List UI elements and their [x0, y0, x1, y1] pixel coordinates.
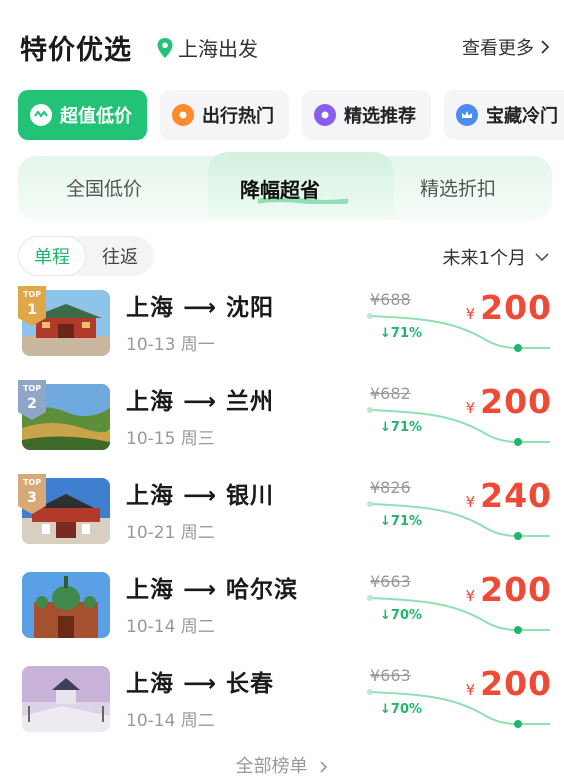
- deal-row[interactable]: TOP 3 上海 ⟶ 银川 10-21 周二 ¥826 ↓71% ¥ 240: [0, 470, 564, 564]
- current-price: ¥ 200: [466, 382, 552, 421]
- deal-row[interactable]: TOP 1 上海 ⟶ 沈阳 10-13 周一 ¥688 ↓71% ¥ 200: [0, 282, 564, 376]
- current-price: ¥ 200: [466, 664, 552, 703]
- original-price: ¥682: [370, 384, 411, 403]
- currency-symbol: ¥: [465, 305, 476, 323]
- original-price: ¥688: [370, 290, 411, 309]
- original-price: ¥663: [370, 572, 411, 591]
- deal-row[interactable]: 上海 ⟶ 长春 10-14 周二 ¥663 ↓70% ¥ 200: [0, 658, 564, 752]
- category-chip-value[interactable]: 超值低价: [18, 90, 147, 140]
- price-value: 200: [480, 382, 552, 421]
- price-value: 200: [480, 664, 552, 703]
- departure-date: 10-21 周二: [126, 523, 215, 543]
- price-value: 200: [480, 288, 552, 327]
- rank-badge-bronze: TOP 3: [18, 474, 46, 514]
- drop-value: 71%: [390, 420, 423, 435]
- drop-value: 71%: [390, 326, 423, 341]
- currency-symbol: ¥: [465, 681, 476, 699]
- rank-number: 2: [27, 396, 37, 412]
- tab-selected-discount[interactable]: 精选折扣: [420, 174, 496, 201]
- price-drop-percent: ↓70%: [380, 608, 422, 623]
- chevron-right-icon: [320, 761, 328, 773]
- price-drop-percent: ↓71%: [380, 420, 422, 435]
- currency-symbol: ¥: [465, 587, 476, 605]
- period-label: 未来1个月: [442, 248, 526, 269]
- price-value: 200: [480, 570, 552, 609]
- arrow-down-icon: ↓: [380, 514, 391, 529]
- category-chip-recommend[interactable]: 精选推荐: [302, 90, 431, 140]
- ranking-tabs: 全国低价 降幅超省 精选折扣: [18, 152, 552, 220]
- rank-badge-label: TOP: [22, 290, 42, 299]
- departure-date: 10-14 周二: [126, 711, 215, 731]
- original-price: ¥663: [370, 666, 411, 685]
- fire-icon: [172, 104, 194, 126]
- current-price: ¥ 240: [466, 476, 552, 515]
- current-price: ¥ 200: [466, 288, 552, 327]
- drop-value: 71%: [390, 514, 423, 529]
- page-title: 特价优选: [20, 35, 132, 66]
- route-label: 上海 ⟶ 沈阳: [126, 295, 274, 321]
- departure-date: 10-15 周三: [126, 429, 215, 449]
- deal-row[interactable]: TOP 2 上海 ⟶ 兰州 10-15 周三 ¥682 ↓71% ¥ 200: [0, 376, 564, 470]
- rank-badge-silver: TOP 2: [18, 380, 46, 420]
- trip-type-toggle: 单程 往返: [18, 236, 154, 276]
- arrow-down-icon: ↓: [380, 420, 391, 435]
- rank-badge-label: TOP: [22, 478, 42, 487]
- departure-date: 10-13 周一: [126, 335, 215, 355]
- currency-symbol: ¥: [465, 493, 476, 511]
- arrow-down-icon: ↓: [380, 702, 391, 717]
- one-way-option[interactable]: 单程: [18, 236, 86, 276]
- round-trip-option[interactable]: 往返: [86, 236, 154, 276]
- destination-thumbnail: [22, 666, 110, 732]
- header: 特价优选 上海出发 查看更多: [0, 0, 564, 86]
- chevron-down-icon: [535, 253, 549, 262]
- rank-badge-gold: TOP 1: [18, 286, 46, 326]
- all-rankings-link[interactable]: 全部榜单: [0, 752, 564, 778]
- category-label: 出行热门: [202, 106, 274, 127]
- tab-biggest-drop[interactable]: 降幅超省: [240, 174, 320, 203]
- rank-number: 1: [27, 302, 37, 318]
- location-label: 上海出发: [178, 37, 258, 61]
- departure-date: 10-14 周二: [126, 617, 215, 637]
- current-price: ¥ 200: [466, 570, 552, 609]
- star-badge-icon: [314, 104, 336, 126]
- rank-number: 3: [27, 490, 37, 506]
- chevron-right-icon: [541, 40, 550, 54]
- price-drop-percent: ↓71%: [380, 326, 422, 341]
- price-drop-percent: ↓70%: [380, 702, 422, 717]
- tab-national-low[interactable]: 全国低价: [66, 174, 142, 201]
- coupon-icon: [30, 104, 52, 126]
- category-chip-hot[interactable]: 出行热门: [160, 90, 289, 140]
- rank-badge-label: TOP: [22, 384, 42, 393]
- destination-thumbnail: [22, 572, 110, 638]
- price-drop-percent: ↓71%: [380, 514, 422, 529]
- deal-row[interactable]: 上海 ⟶ 哈尔滨 10-14 周二 ¥663 ↓70% ¥ 200: [0, 564, 564, 658]
- arrow-down-icon: ↓: [380, 326, 391, 341]
- category-label: 超值低价: [60, 106, 132, 127]
- see-more-label: 查看更多: [462, 38, 534, 59]
- all-rankings-label: 全部榜单: [235, 756, 308, 777]
- drop-value: 70%: [390, 608, 423, 623]
- drop-value: 70%: [390, 702, 423, 717]
- currency-symbol: ¥: [465, 399, 476, 417]
- route-label: 上海 ⟶ 兰州: [126, 389, 274, 415]
- crown-icon: [456, 104, 478, 126]
- arrow-down-icon: ↓: [380, 608, 391, 623]
- category-label: 宝藏冷门: [486, 106, 558, 127]
- route-label: 上海 ⟶ 哈尔滨: [126, 577, 298, 603]
- category-chip-hidden-gems[interactable]: 宝藏冷门: [444, 90, 564, 140]
- category-label: 精选推荐: [344, 106, 416, 127]
- original-price: ¥826: [370, 478, 411, 497]
- route-label: 上海 ⟶ 银川: [126, 483, 274, 509]
- location-pin-icon: [157, 37, 173, 58]
- departure-location[interactable]: 上海出发: [156, 33, 258, 62]
- price-value: 240: [480, 476, 552, 515]
- category-chips: 超值低价 出行热门 精选推荐 宝藏冷门: [18, 90, 564, 140]
- period-selector[interactable]: 未来1个月: [443, 244, 550, 270]
- see-more-link[interactable]: 查看更多: [462, 34, 550, 60]
- route-label: 上海 ⟶ 长春: [126, 671, 274, 697]
